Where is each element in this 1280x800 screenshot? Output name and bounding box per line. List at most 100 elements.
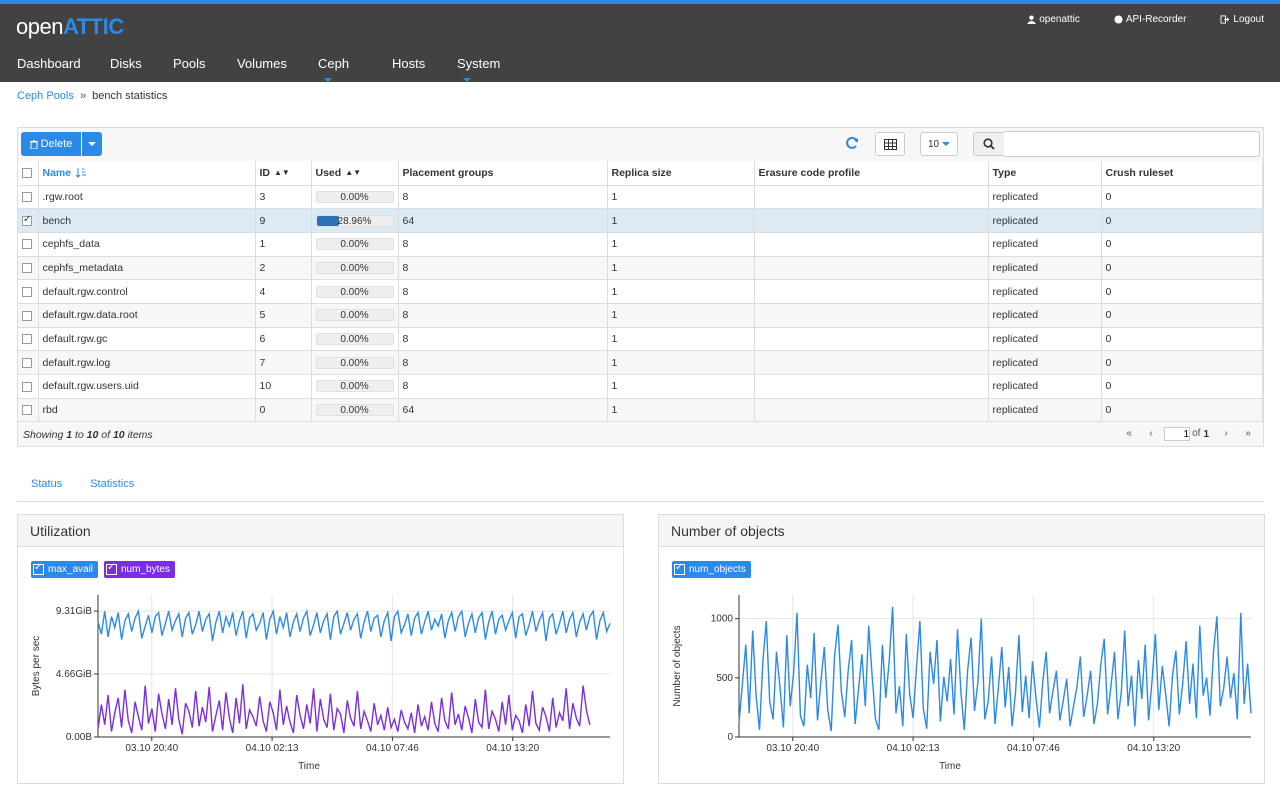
row-checkbox[interactable] [22, 381, 32, 392]
tab-status[interactable]: Status [17, 478, 76, 501]
breadcrumb-current: bench statistics [92, 90, 168, 102]
app-logo[interactable]: openATTIC [16, 14, 124, 40]
next-page-button[interactable]: › [1215, 425, 1237, 443]
delete-button[interactable]: Delete [21, 132, 81, 156]
table-row[interactable]: default.rgw.users.uid 10 0.00% 8 1 replicated… [18, 374, 1263, 399]
showing-of-word: of [101, 429, 111, 441]
showing-label: Showing [23, 429, 64, 441]
nav-item-label: Ceph [318, 56, 350, 71]
search-input[interactable] [1004, 131, 1260, 157]
logout-icon [1220, 15, 1230, 24]
y-tick-label: 0 [727, 732, 733, 743]
column-header-type[interactable]: Type [988, 161, 1102, 186]
cell-type: replicated [988, 279, 1102, 304]
header-label: Used [315, 166, 342, 179]
column-toggle-button[interactable] [875, 132, 905, 156]
cell-name: cephfs_metadata [38, 256, 256, 281]
nav-item-hosts[interactable]: Hosts [392, 56, 425, 71]
column-header-used[interactable]: Used ▲▼ [311, 161, 399, 186]
last-page-button[interactable]: » [1237, 425, 1259, 443]
cell-name: .rgw.root [38, 185, 256, 210]
legend-toggle-num-bytes[interactable]: num_bytes [104, 561, 175, 578]
cell-crush-ruleset: 0 [1101, 350, 1263, 375]
column-header-placement-groups[interactable]: Placement groups [398, 161, 608, 186]
cell-erasure-code-profile [754, 208, 989, 233]
cell-type: replicated [988, 350, 1102, 375]
cell-used: 0.00% [311, 303, 399, 328]
row-checkbox[interactable] [22, 405, 32, 416]
column-header-id[interactable]: ID ▲▼ [255, 161, 312, 186]
nav-item-system[interactable]: System [457, 56, 500, 86]
chevron-down-icon [942, 142, 951, 146]
legend-toggle-num-objects[interactable]: num_objects [672, 561, 751, 578]
page-number-input[interactable] [1164, 427, 1191, 441]
search-button[interactable] [973, 132, 1005, 156]
checkbox-icon [674, 562, 685, 575]
cell-used: 0.00% [311, 279, 399, 304]
table-row[interactable]: .rgw.root 3 0.00% 8 1 replicated 0 [18, 185, 1263, 210]
row-checkbox[interactable] [22, 192, 32, 203]
table-row[interactable]: cephfs_metadata 2 0.00% 8 1 replicated 0 [18, 256, 1263, 281]
row-checkbox[interactable] [22, 357, 32, 368]
sort-ascending-icon [75, 167, 87, 178]
column-header-crush-ruleset[interactable]: Crush ruleset [1101, 161, 1263, 186]
used-progress-bar: 0.00% [315, 285, 394, 298]
logout-link[interactable]: Logout [1220, 14, 1264, 25]
x-axis-label: Time [298, 761, 320, 772]
cell-placement-groups: 8 [398, 374, 608, 399]
column-header-name[interactable]: Name [38, 161, 256, 186]
cell-id: 5 [255, 303, 312, 328]
tab-statistics[interactable]: Statistics [76, 478, 148, 501]
table-row[interactable]: bench9 28.96% 641 replicated0 [18, 208, 1263, 233]
utilization-chart: 0.00B 4.66GiB 9.31GiB 03.10 20:40 04.10 02:1… [31, 595, 611, 772]
nav-item-pools[interactable]: Pools [173, 56, 206, 71]
nav-item-disks[interactable]: Disks [110, 56, 142, 71]
first-page-button[interactable]: « [1118, 425, 1140, 443]
table-row[interactable]: rbd 0 0.00% 64 1 replicated 0 [18, 398, 1263, 423]
row-checkbox[interactable] [22, 286, 32, 297]
cell-id: 1 [255, 232, 312, 257]
nav-item-volumes[interactable]: Volumes [237, 56, 287, 71]
row-checkbox[interactable] [22, 239, 32, 250]
nav-item-dashboard[interactable]: Dashboard [17, 56, 81, 71]
user-menu[interactable]: openattic [1027, 14, 1080, 25]
series-line-num-bytes [97, 684, 591, 735]
user-icon [1027, 15, 1037, 24]
table-row[interactable]: default.rgw.data.root 5 0.00% 8 1 replicated 0 [18, 303, 1263, 328]
row-select-cell [18, 279, 39, 304]
nav-item-ceph[interactable]: Ceph [318, 56, 349, 86]
page-size-select[interactable]: 10 [920, 132, 958, 156]
cell-name: default.rgw.log [38, 350, 256, 375]
row-checkbox[interactable] [22, 214, 32, 226]
refresh-button[interactable] [845, 136, 859, 153]
legend-toggle-max-avail[interactable]: max_avail [31, 561, 99, 578]
row-select-cell [18, 185, 39, 210]
logout-label: Logout [1233, 14, 1264, 25]
objects-title: Number of objects [659, 515, 1264, 547]
chevron-down-icon [88, 142, 96, 146]
x-tick-label: 03.10 20:40 [125, 743, 178, 754]
cell-id: 7 [255, 350, 312, 375]
table-row[interactable]: default.rgw.gc 6 0.00% 8 1 replicated 0 [18, 327, 1263, 352]
column-header-replica-size[interactable]: Replica size [607, 161, 755, 186]
progress-label: 0.00% [340, 239, 369, 251]
prev-page-button[interactable]: ‹ [1140, 425, 1162, 443]
breadcrumb: Ceph Pools » bench statistics [17, 90, 167, 102]
breadcrumb-ceph-pools[interactable]: Ceph Pools [17, 90, 74, 102]
row-checkbox[interactable] [22, 263, 32, 274]
row-select-cell [18, 374, 39, 399]
row-checkbox[interactable] [22, 334, 32, 345]
cell-type: replicated [988, 327, 1102, 352]
table-row[interactable]: cephfs_data 1 0.00% 8 1 replicated 0 [18, 232, 1263, 257]
cell-placement-groups: 64 [398, 398, 608, 423]
api-recorder-link[interactable]: API-Recorder [1114, 14, 1186, 25]
cell-type: replicated [988, 303, 1102, 328]
select-all-checkbox[interactable] [22, 167, 32, 178]
column-header-erasure-code-profile[interactable]: Erasure code profile [754, 161, 989, 186]
row-checkbox[interactable] [22, 310, 32, 321]
table-row[interactable]: default.rgw.control 4 0.00% 8 1 replicated 0 [18, 279, 1263, 304]
delete-dropdown-toggle[interactable] [82, 132, 102, 156]
showing-to-word: to [74, 429, 84, 441]
table-row[interactable]: default.rgw.log 7 0.00% 8 1 replicated 0 [18, 350, 1263, 375]
cell-used: 0.00% [311, 398, 399, 423]
